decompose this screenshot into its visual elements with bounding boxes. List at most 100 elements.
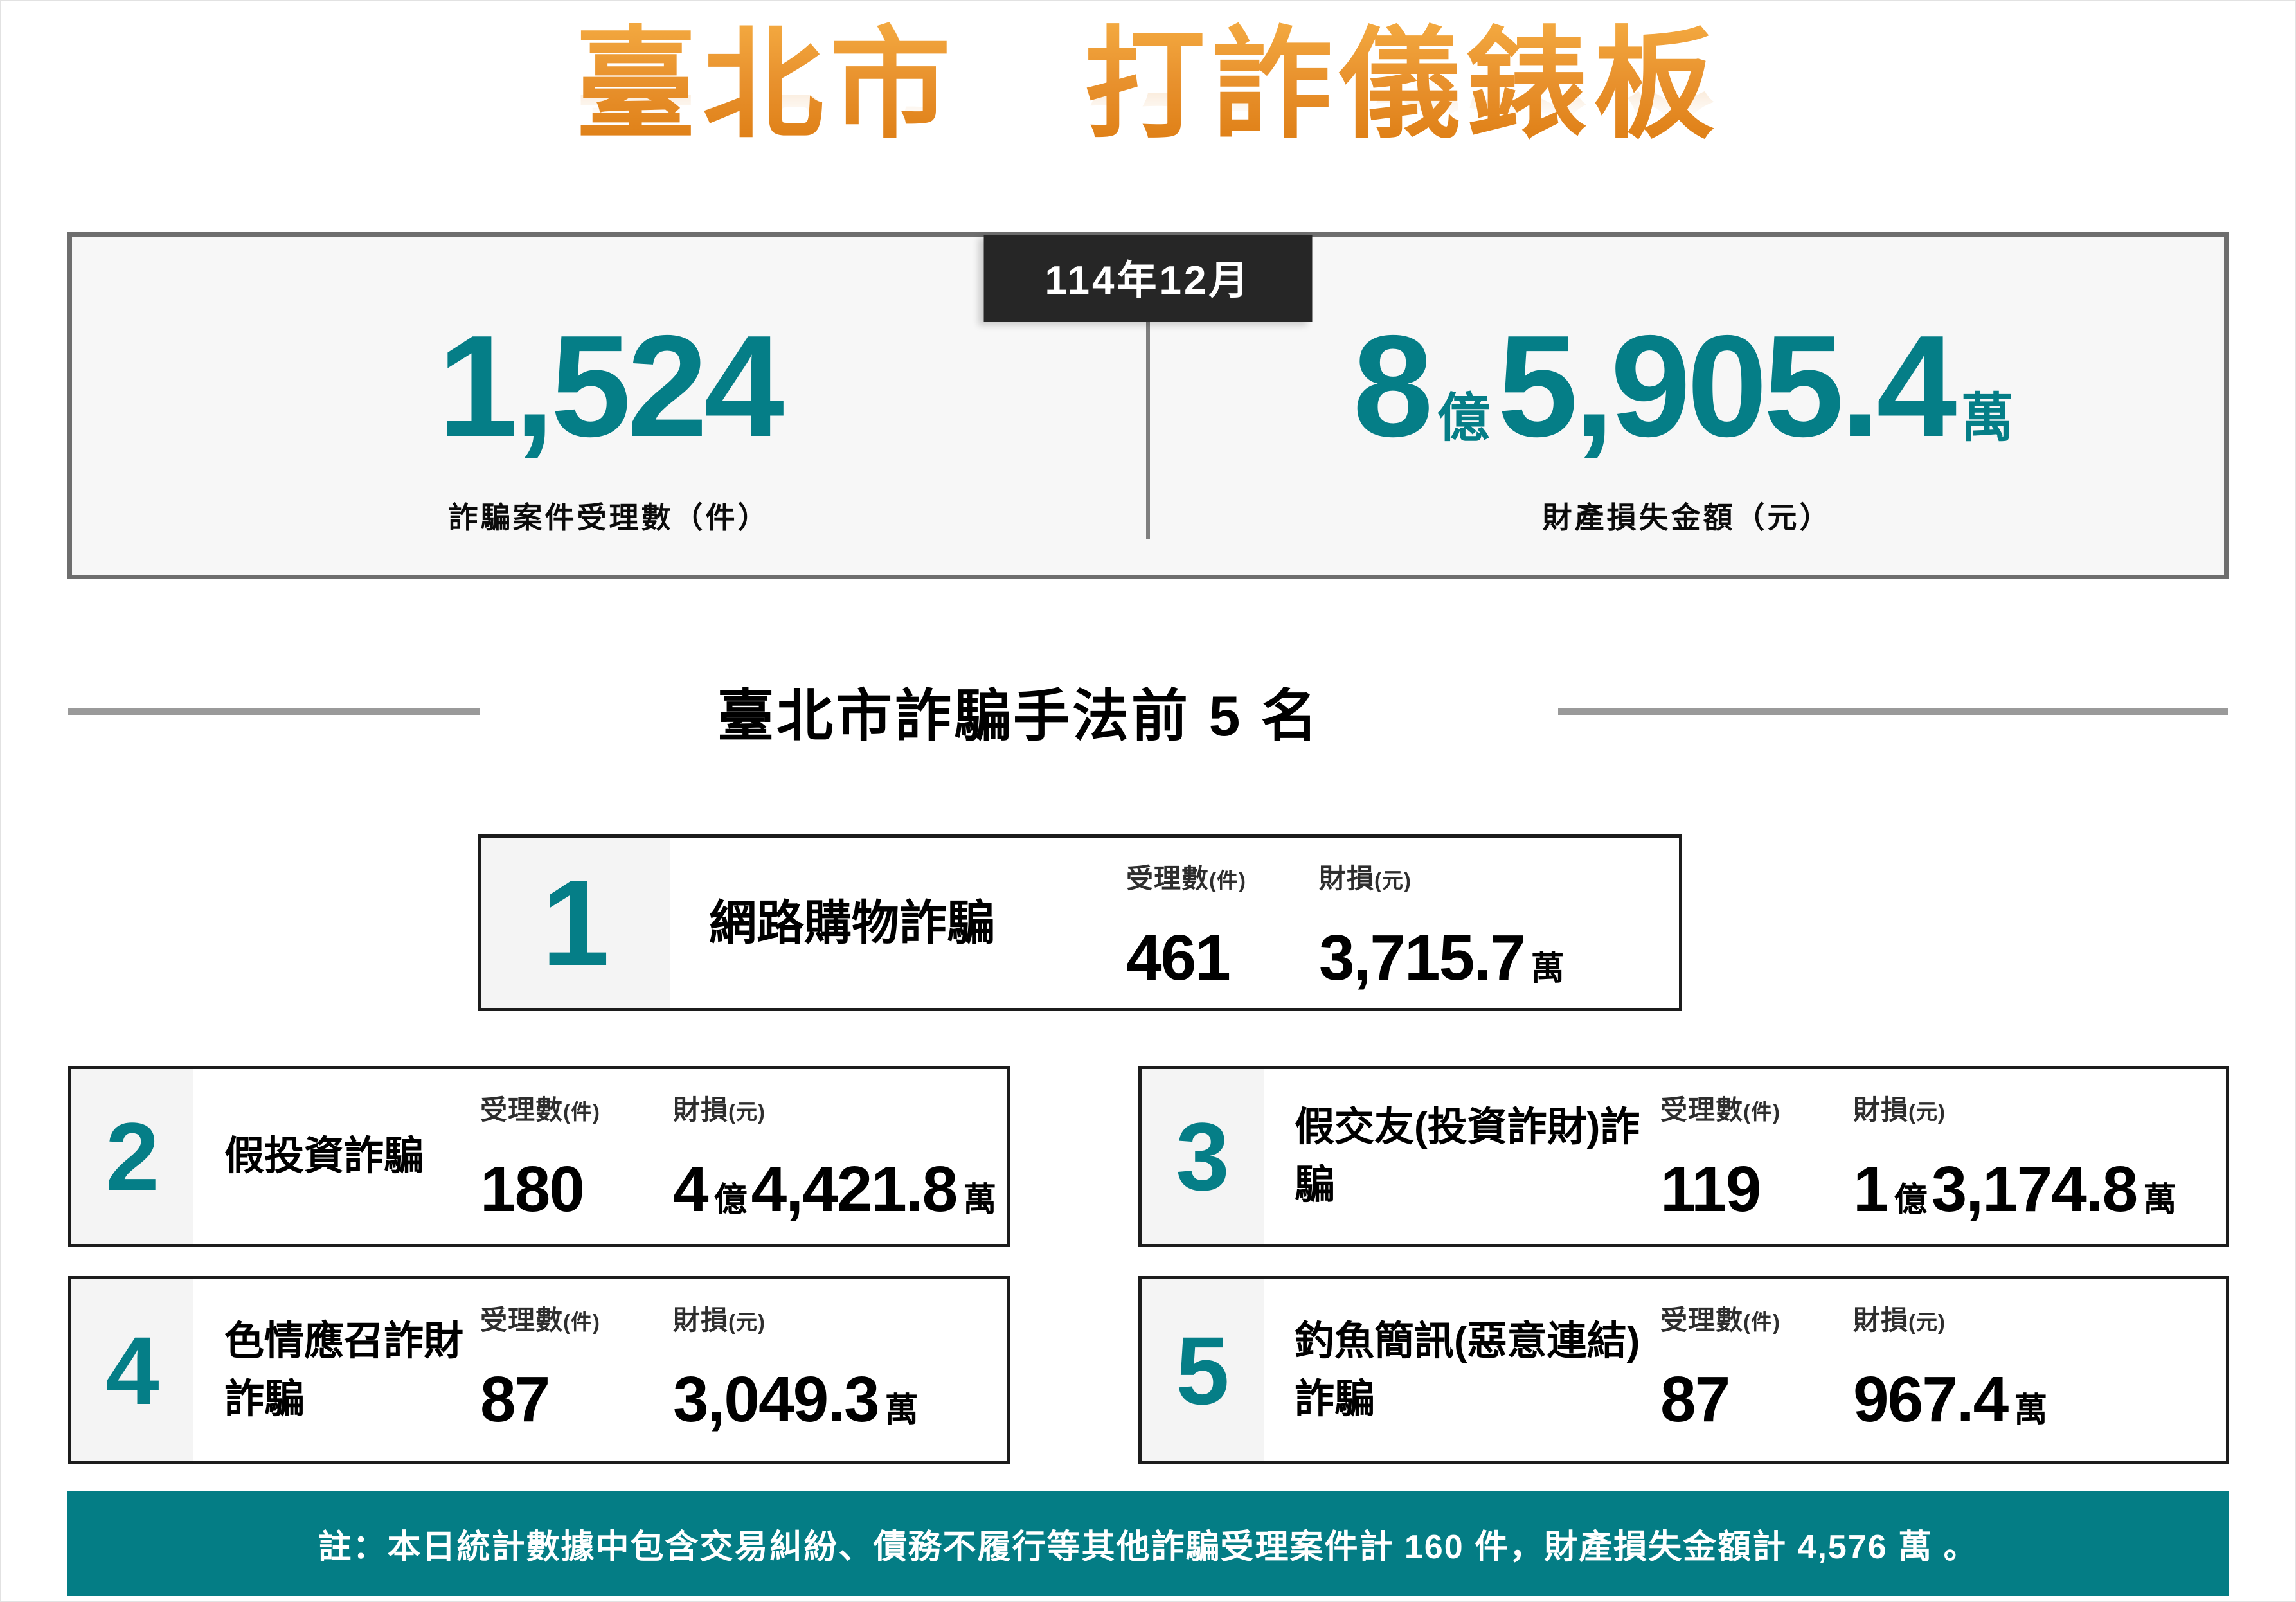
loss-header-label: 財損 xyxy=(673,1095,728,1125)
cases-column: 受理數(件) 180 xyxy=(480,1069,673,1244)
cases-header-label: 受理數 xyxy=(480,1095,563,1125)
loss-yi-unit: 億 xyxy=(714,1184,748,1217)
cases-value-row: 461 xyxy=(1126,926,1319,990)
stat-loss-yi-value: 8 xyxy=(1353,314,1430,458)
loss-value-row: 3,049.3 萬 xyxy=(673,1367,1007,1432)
cases-value-row: 87 xyxy=(1660,1367,1853,1432)
cases-column: 受理數(件) 87 xyxy=(480,1279,673,1461)
loss-column: 財損(元) 3,049.3 萬 xyxy=(673,1279,1007,1461)
cases-header-label: 受理數 xyxy=(1660,1095,1743,1125)
stat-loss-label: 財產損失金額（元） xyxy=(1543,494,1832,537)
fraud-card-1: 1 網路購物詐騙 受理數(件) 461 財損(元) 3,715.7 萬 xyxy=(478,834,1682,1011)
cases-header-label: 受理數 xyxy=(1126,863,1209,894)
cases-header-label: 受理數 xyxy=(480,1305,563,1335)
section-divider-left xyxy=(68,708,480,715)
fraud-name: 釣魚簡訊(惡意連結)詐騙 xyxy=(1264,1279,1660,1461)
fraud-cards-grid: 2 假投資詐騙 受理數(件) 180 財損(元) 4 億 4,421.8 萬 xyxy=(68,1066,2295,1464)
rank-strip: 2 xyxy=(71,1069,193,1244)
loss-value-row: 1 億 3,174.8 萬 xyxy=(1853,1157,2226,1221)
loss-header-label: 財損 xyxy=(1853,1095,1908,1125)
rank-number: 1 xyxy=(542,862,610,984)
cases-value: 461 xyxy=(1126,926,1230,990)
cases-value-row: 180 xyxy=(480,1157,673,1221)
loss-wan-value: 967.4 xyxy=(1853,1367,2007,1432)
loss-yi-value: 1 xyxy=(1853,1157,1888,1221)
loss-wan-value: 3,715.7 xyxy=(1319,926,1525,990)
fraud-card-2: 2 假投資詐騙 受理數(件) 180 財損(元) 4 億 4,421.8 萬 xyxy=(68,1066,1010,1247)
loss-yi-value: 4 xyxy=(673,1157,708,1221)
loss-header-label: 財損 xyxy=(1319,863,1374,894)
fraud-card-3: 3 假交友(投資詐財)詐騙 受理數(件) 119 財損(元) 1 億 3,174… xyxy=(1138,1066,2229,1247)
title-row: 臺北市 打詐儀錶板 xyxy=(1,1,2295,224)
rank-number: 5 xyxy=(1176,1322,1229,1419)
loss-yi-unit: 億 xyxy=(1894,1184,1928,1217)
fraud-name: 色情應召詐財詐騙 xyxy=(193,1279,480,1461)
footnote-bar: 註：本日統計數據中包含交易糾紛、債務不履行等其他詐騙受理案件計 160 件，財產… xyxy=(67,1491,2229,1596)
cases-header: 受理數(件) xyxy=(480,1069,673,1128)
cases-value-row: 119 xyxy=(1660,1157,1853,1221)
loss-header: 財損(元) xyxy=(673,1069,1007,1128)
stat-loss-wan-unit: 萬 xyxy=(1960,392,2013,445)
cases-header-unit: (件) xyxy=(563,1100,600,1124)
cases-value: 180 xyxy=(480,1157,584,1221)
loss-column: 財損(元) 4 億 4,421.8 萬 xyxy=(673,1069,1007,1244)
dashboard-page: 臺北市 打詐儀錶板 114年12月 1,524 詐騙案件受理數（件） 8 億 5… xyxy=(0,0,2296,1602)
stat-cases-label: 詐騙案件受理數（件） xyxy=(449,494,770,537)
rank-number: 4 xyxy=(105,1322,159,1419)
summary-panel: 114年12月 1,524 詐騙案件受理數（件） 8 億 5,905.4 萬 財… xyxy=(67,232,2229,579)
cases-header: 受理數(件) xyxy=(480,1279,673,1338)
section-divider-right xyxy=(1558,708,2228,715)
loss-header: 財損(元) xyxy=(1853,1069,2226,1128)
loss-wan-value: 3,174.8 xyxy=(1932,1157,2137,1221)
section-header: 臺北市詐騙手法前 5 名 xyxy=(1,670,2295,752)
loss-wan-unit: 萬 xyxy=(885,1394,919,1427)
loss-wan-unit: 萬 xyxy=(2014,1394,2047,1427)
loss-column: 財損(元) 1 億 3,174.8 萬 xyxy=(1853,1069,2226,1244)
cases-header-label: 受理數 xyxy=(1660,1305,1743,1335)
stat-loss-wan-value: 5,905.4 xyxy=(1498,314,1953,458)
cases-column: 受理數(件) 119 xyxy=(1660,1069,1853,1244)
cases-header: 受理數(件) xyxy=(1126,838,1319,896)
loss-header-label: 財損 xyxy=(1853,1305,1908,1335)
period-badge: 114年12月 xyxy=(984,235,1313,322)
stat-loss-yi-unit: 億 xyxy=(1437,392,1490,445)
loss-wan-value: 4,421.8 xyxy=(751,1157,957,1221)
loss-header: 財損(元) xyxy=(1319,838,1679,896)
loss-wan-value: 3,049.3 xyxy=(673,1367,879,1432)
loss-header-label: 財損 xyxy=(673,1305,728,1335)
rank-strip: 3 xyxy=(1142,1069,1264,1244)
fraud-name: 網路購物詐騙 xyxy=(670,838,1126,1008)
loss-value-row: 3,715.7 萬 xyxy=(1319,926,1679,990)
cases-header-unit: (件) xyxy=(1209,869,1246,892)
loss-wan-unit: 萬 xyxy=(2143,1184,2176,1217)
rank-strip: 1 xyxy=(481,838,670,1008)
loss-header-unit: (元) xyxy=(728,1100,766,1124)
stat-cases-value-row: 1,524 xyxy=(438,314,780,458)
loss-header: 財損(元) xyxy=(673,1279,1007,1338)
loss-value-row: 4 億 4,421.8 萬 xyxy=(673,1157,1007,1221)
loss-value-row: 967.4 萬 xyxy=(1853,1367,2226,1432)
loss-header: 財損(元) xyxy=(1853,1279,2226,1338)
cases-header: 受理數(件) xyxy=(1660,1069,1853,1128)
loss-wan-unit: 萬 xyxy=(1531,952,1565,986)
cases-value: 87 xyxy=(1660,1367,1729,1432)
cases-value: 119 xyxy=(1660,1157,1760,1221)
rank-number: 3 xyxy=(1176,1108,1229,1205)
fraud-name: 假投資詐騙 xyxy=(193,1069,480,1244)
cases-header: 受理數(件) xyxy=(1660,1279,1853,1338)
cases-value-row: 87 xyxy=(480,1367,673,1432)
loss-wan-unit: 萬 xyxy=(963,1184,996,1217)
page-title: 臺北市 打詐儀錶板 xyxy=(575,17,1721,153)
cases-header-unit: (件) xyxy=(1743,1310,1780,1334)
fraud-card-4: 4 色情應召詐財詐騙 受理數(件) 87 財損(元) 3,049.3 萬 xyxy=(68,1276,1010,1464)
cases-column: 受理數(件) 87 xyxy=(1660,1279,1853,1461)
loss-header-unit: (元) xyxy=(1374,869,1412,892)
section-title: 臺北市詐騙手法前 5 名 xyxy=(717,670,1320,752)
cases-value: 87 xyxy=(480,1367,549,1432)
rank-number: 2 xyxy=(105,1108,159,1205)
loss-column: 財損(元) 3,715.7 萬 xyxy=(1319,838,1679,1008)
fraud-name: 假交友(投資詐財)詐騙 xyxy=(1264,1069,1660,1244)
rank-strip: 4 xyxy=(71,1279,193,1461)
rank-strip: 5 xyxy=(1142,1279,1264,1461)
cases-header-unit: (件) xyxy=(1743,1100,1780,1124)
